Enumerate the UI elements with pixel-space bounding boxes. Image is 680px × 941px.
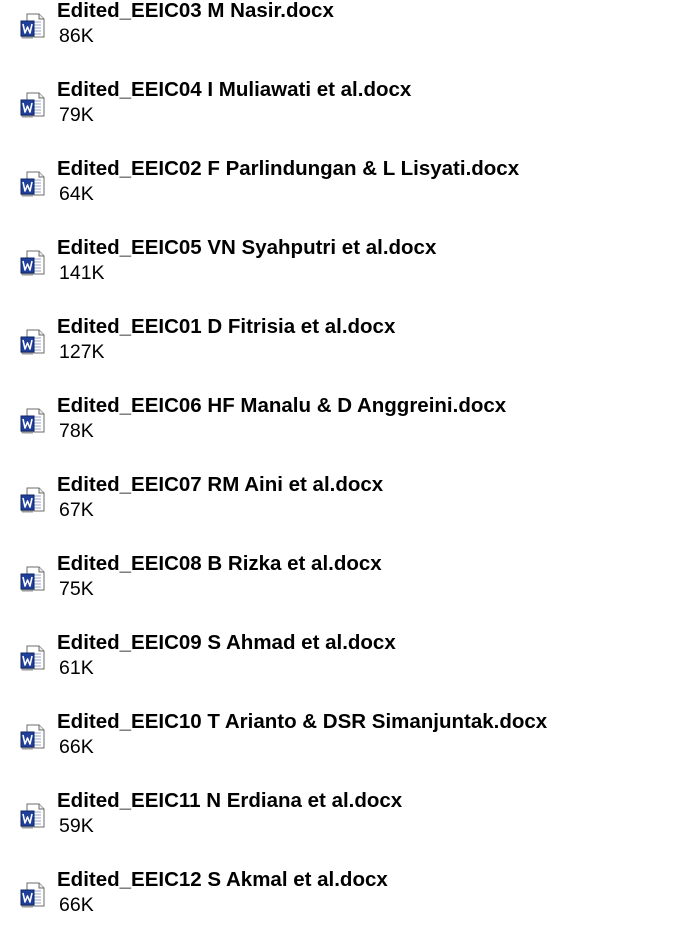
word-document-icon[interactable] [20, 329, 46, 356]
file-item[interactable]: Edited_EEIC02 F Parlindungan & L Lisyati… [0, 156, 680, 230]
file-name-link[interactable]: Edited_EEIC08 B Rizka et al.docx [57, 551, 382, 577]
word-document-icon[interactable] [20, 487, 46, 514]
file-list: Edited_EEIC03 M Nasir.docx 86K Edited_EE… [0, 0, 680, 935]
file-size: 66K [59, 736, 94, 758]
file-size: 61K [59, 657, 94, 679]
file-name-link[interactable]: Edited_EEIC03 M Nasir.docx [57, 0, 334, 24]
file-name-link[interactable]: Edited_EEIC01 D Fitrisia et al.docx [57, 314, 395, 340]
file-size: 75K [59, 578, 94, 600]
word-document-icon[interactable] [20, 408, 46, 435]
file-item[interactable]: Edited_EEIC08 B Rizka et al.docx 75K [0, 551, 680, 625]
file-item[interactable]: Edited_EEIC04 I Muliawati et al.docx 79K [0, 77, 680, 151]
file-name-link[interactable]: Edited_EEIC11 N Erdiana et al.docx [57, 788, 402, 814]
word-document-icon[interactable] [20, 645, 46, 672]
file-size: 127K [59, 341, 105, 363]
file-item[interactable]: Edited_EEIC05 VN Syahputri et al.docx 14… [0, 235, 680, 309]
file-size: 141K [59, 262, 105, 284]
word-document-icon[interactable] [20, 13, 46, 40]
file-name-link[interactable]: Edited_EEIC07 RM Aini et al.docx [57, 472, 383, 498]
file-item[interactable]: Edited_EEIC09 S Ahmad et al.docx 61K [0, 630, 680, 704]
file-item[interactable]: Edited_EEIC03 M Nasir.docx 86K [0, 0, 680, 72]
file-name-link[interactable]: Edited_EEIC12 S Akmal et al.docx [57, 867, 388, 893]
file-size: 67K [59, 499, 94, 521]
file-item[interactable]: Edited_EEIC11 N Erdiana et al.docx 59K [0, 788, 680, 862]
file-size: 66K [59, 894, 94, 916]
file-name-link[interactable]: Edited_EEIC04 I Muliawati et al.docx [57, 77, 411, 103]
word-document-icon[interactable] [20, 171, 46, 198]
word-document-icon[interactable] [20, 803, 46, 830]
file-size: 59K [59, 815, 94, 837]
file-item[interactable]: Edited_EEIC12 S Akmal et al.docx 66K [0, 867, 680, 941]
file-item[interactable]: Edited_EEIC06 HF Manalu & D Anggreini.do… [0, 393, 680, 467]
file-name-link[interactable]: Edited_EEIC06 HF Manalu & D Anggreini.do… [57, 393, 506, 419]
word-document-icon[interactable] [20, 250, 46, 277]
file-size: 64K [59, 183, 94, 205]
file-item[interactable]: Edited_EEIC07 RM Aini et al.docx 67K [0, 472, 680, 546]
file-size: 86K [59, 25, 94, 47]
file-item[interactable]: Edited_EEIC10 T Arianto & DSR Simanjunta… [0, 709, 680, 783]
word-document-icon[interactable] [20, 724, 46, 751]
file-item[interactable]: Edited_EEIC01 D Fitrisia et al.docx 127K [0, 314, 680, 388]
file-name-link[interactable]: Edited_EEIC05 VN Syahputri et al.docx [57, 235, 436, 261]
file-name-link[interactable]: Edited_EEIC09 S Ahmad et al.docx [57, 630, 396, 656]
word-document-icon[interactable] [20, 566, 46, 593]
word-document-icon[interactable] [20, 92, 46, 119]
file-name-link[interactable]: Edited_EEIC02 F Parlindungan & L Lisyati… [57, 156, 519, 182]
file-name-link[interactable]: Edited_EEIC10 T Arianto & DSR Simanjunta… [57, 709, 547, 735]
file-size: 79K [59, 104, 94, 126]
word-document-icon[interactable] [20, 882, 46, 909]
file-size: 78K [59, 420, 94, 442]
